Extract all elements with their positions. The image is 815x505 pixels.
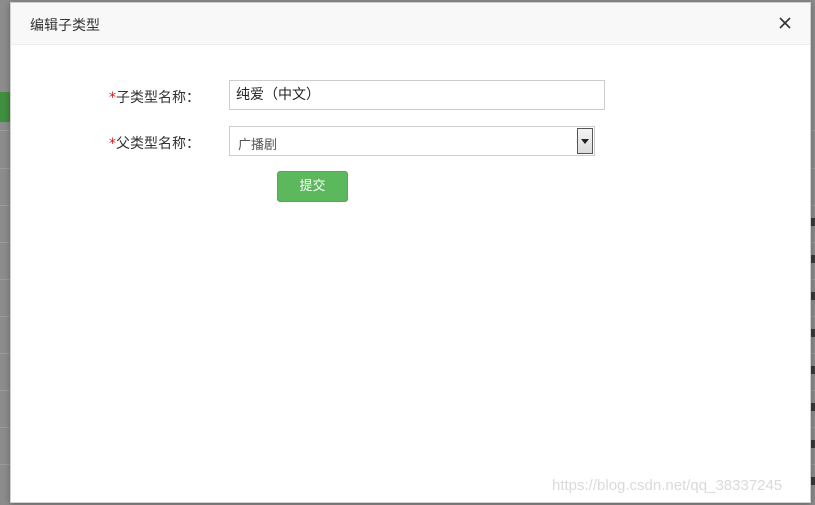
chevron-down-icon[interactable] [577,128,593,154]
parent-type-row: *父类型名称： 广播剧 [11,126,810,158]
close-icon [779,17,791,29]
edit-subtype-modal: 编辑子类型 *子类型名称： *父类型名称： 广播剧 提交 [10,2,811,503]
subtype-name-row: *子类型名称： [11,80,810,112]
parent-type-label-text: 父类型名称： [116,136,200,152]
modal-header: 编辑子类型 [11,3,810,45]
subtype-name-input[interactable] [229,80,605,110]
close-button[interactable] [775,13,795,33]
submit-button[interactable]: 提交 [277,171,348,202]
parent-type-selected-value: 广播剧 [238,138,278,153]
watermark: https://blog.csdn.net/qq_38337245 [552,477,783,494]
modal-title: 编辑子类型 [30,18,100,34]
parent-type-label: *父类型名称： [109,133,200,153]
required-mark: * [109,136,116,152]
parent-type-select[interactable]: 广播剧 [229,126,595,156]
subtype-name-label-text: 子类型名称： [116,90,200,106]
subtype-name-label: *子类型名称： [109,87,200,107]
required-mark: * [109,90,116,106]
